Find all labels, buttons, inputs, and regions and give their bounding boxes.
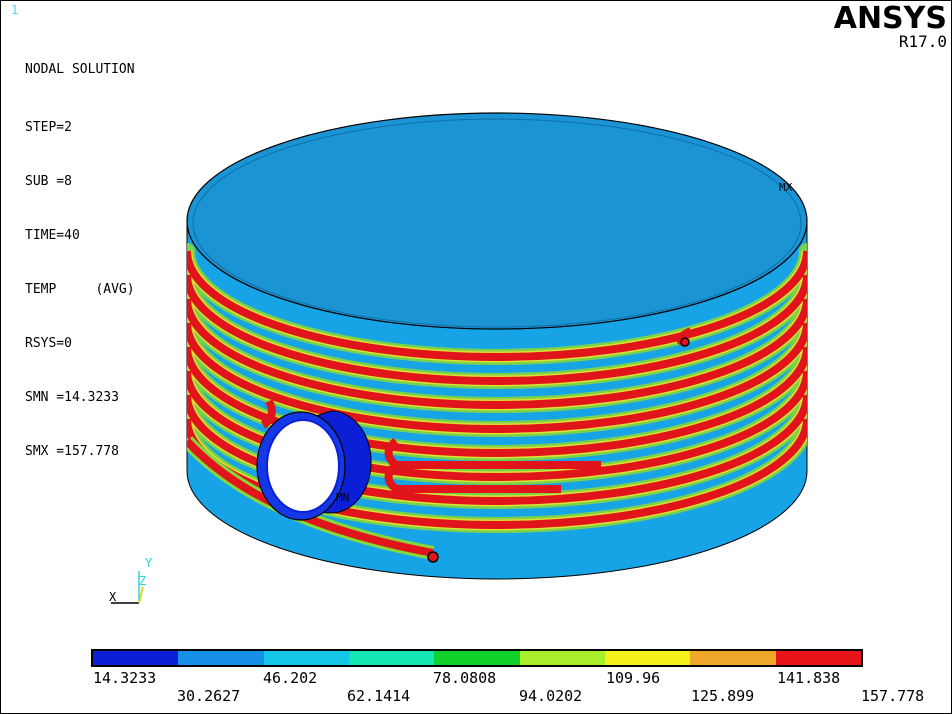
- max-marker: MX: [779, 181, 793, 194]
- legend-tick-label: 157.778: [861, 687, 925, 705]
- coordinate-triad: Y X Z: [109, 557, 153, 604]
- legend-tick-label: 62.1414: [347, 687, 411, 705]
- legend-tick-label: 141.838: [777, 669, 841, 687]
- triad-x-label: X: [109, 590, 117, 604]
- legend-color-segment: [690, 651, 776, 665]
- min-marker: MN: [336, 491, 349, 504]
- legend-color-segment: [178, 651, 264, 665]
- legend-tick-label: 109.96: [606, 669, 661, 687]
- cylinder-top: [186, 112, 808, 330]
- legend-tick-label: 125.899: [691, 687, 755, 705]
- legend-tick-label: 78.0808: [433, 669, 497, 687]
- legend-tick-label: 14.3233: [93, 669, 157, 687]
- pipe-end-bottom: [427, 551, 439, 563]
- triad-z-label: Z: [139, 574, 146, 588]
- legend-color-segment: [604, 651, 691, 665]
- legend-color-segment: [775, 651, 861, 665]
- legend-tick-label: 30.2627: [177, 687, 241, 705]
- legend-color-segment: [519, 651, 605, 665]
- ansys-graphics-window: 1 NODAL SOLUTION STEP=2 SUB =8 TIME=40 T…: [0, 0, 952, 714]
- legend-color-segment: [93, 651, 179, 665]
- legend-color-segment: [348, 651, 435, 665]
- legend-color-segment: [263, 651, 349, 665]
- contour-legend: [91, 649, 863, 667]
- triad-y-label: Y: [145, 557, 153, 570]
- pipe-end-top: [680, 337, 690, 347]
- legend-tick-label: 94.0202: [519, 687, 583, 705]
- port-nozzle: [256, 410, 372, 521]
- legend-color-segment: [434, 651, 520, 665]
- legend-tick-label: 46.202: [263, 669, 318, 687]
